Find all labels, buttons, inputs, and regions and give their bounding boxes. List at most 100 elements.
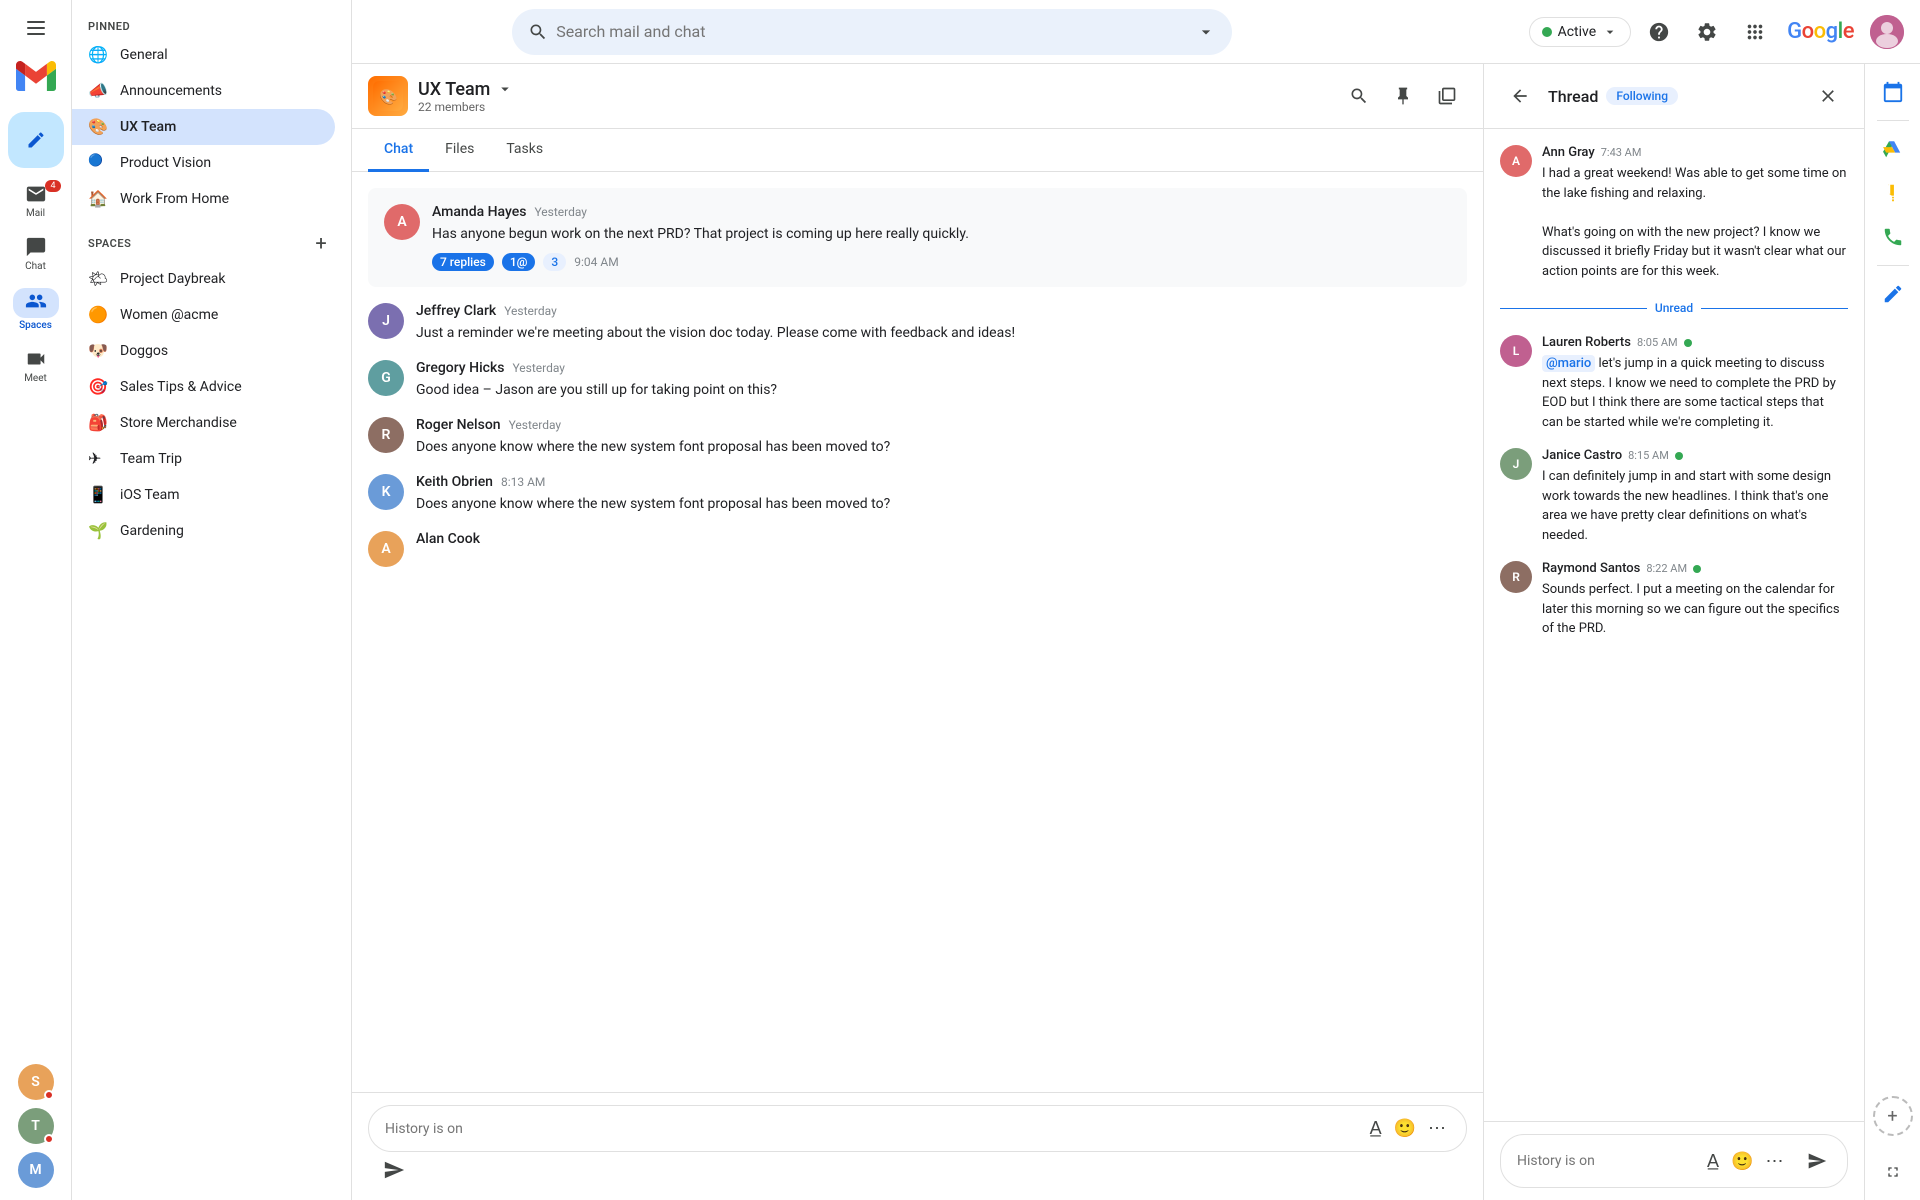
emoji-icon[interactable]: 🙂 xyxy=(1390,1114,1420,1143)
chat-view-button[interactable] xyxy=(1427,76,1467,116)
user-avatar[interactable] xyxy=(1870,15,1904,49)
more-options-icon[interactable]: ⋯ xyxy=(1424,1114,1450,1143)
reply-count-badge[interactable]: 7 replies xyxy=(432,253,494,271)
thread-header-left: Thread Following xyxy=(1500,76,1678,116)
keep-icon[interactable] xyxy=(1873,173,1913,213)
avatar2-badge xyxy=(44,1134,54,1144)
sidebar-item-project-daybreak[interactable]: 🌤 Project Daybreak xyxy=(72,261,335,297)
tab-files[interactable]: Files xyxy=(429,129,490,172)
avatar: J xyxy=(368,303,404,339)
thread-close-button[interactable] xyxy=(1808,76,1848,116)
ux-team-group-icon: 🎨 xyxy=(368,76,408,116)
extra-badge[interactable]: 3 xyxy=(543,253,566,271)
message-replies: 7 replies 1@ 3 9:04 AM xyxy=(432,253,969,271)
send-button[interactable] xyxy=(376,1152,412,1188)
help-button[interactable] xyxy=(1639,12,1679,52)
avatar-user2[interactable]: T xyxy=(18,1108,54,1144)
sidebar-item-product-vision[interactable]: 🔵 Product Vision xyxy=(72,145,335,181)
thread-message-sender: Janice Castro xyxy=(1542,448,1622,463)
thread-message-header: Raymond Santos 8:22 AM xyxy=(1542,561,1848,576)
store-merch-icon: 🎒 xyxy=(88,413,108,433)
chat-group-name: UX Team xyxy=(418,79,514,100)
avatar-user1[interactable]: S xyxy=(18,1064,54,1100)
store-merch-label: Store Merchandise xyxy=(120,415,319,431)
thread-message-header: Lauren Roberts 8:05 AM xyxy=(1542,335,1848,350)
sidebar-item-women-acme[interactable]: 🟠 Women @acme xyxy=(72,297,335,333)
sidebar-item-announcements[interactable]: 📣 Announcements xyxy=(72,73,335,109)
list-item: J Janice Castro 8:15 AM I can definitely… xyxy=(1500,448,1848,545)
sidebar-item-ux-team[interactable]: 🎨 UX Team xyxy=(72,109,335,145)
mention-tag: @mario xyxy=(1542,355,1595,372)
sidebar-item-gardening[interactable]: 🌱 Gardening xyxy=(72,513,335,549)
thread-back-button[interactable] xyxy=(1500,76,1540,116)
avatar1-badge xyxy=(44,1090,54,1100)
sidebar-item-store-merch[interactable]: 🎒 Store Merchandise xyxy=(72,405,335,441)
hamburger-menu[interactable] xyxy=(16,8,56,48)
search-bar[interactable] xyxy=(512,9,1232,55)
meet-label: Meet xyxy=(24,373,47,384)
sidebar-item-meet[interactable]: Meet xyxy=(0,341,71,390)
search-dropdown-icon[interactable] xyxy=(1196,22,1216,42)
thread-message-text: I can definitely jump in and start with … xyxy=(1542,467,1848,545)
sidebar-item-mail[interactable]: Mail 4 xyxy=(0,176,71,225)
avatar: A xyxy=(384,204,420,240)
group-name-dropdown-icon[interactable] xyxy=(496,80,514,98)
compose-button[interactable] xyxy=(8,112,64,168)
thread-input-container: A̲ 🙂 ⋯ xyxy=(1500,1134,1848,1188)
ux-team-label: UX Team xyxy=(120,119,319,135)
sidebar-item-chat[interactable]: Chat xyxy=(0,229,71,278)
thread-input[interactable] xyxy=(1517,1153,1695,1169)
chat-input[interactable] xyxy=(385,1121,1358,1137)
avatar: J xyxy=(1500,448,1532,480)
tab-chat[interactable]: Chat xyxy=(368,129,429,172)
chat-search-button[interactable] xyxy=(1339,76,1379,116)
spaces-icon-bg xyxy=(13,288,59,318)
thread-more-icon[interactable]: ⋯ xyxy=(1761,1147,1787,1176)
phone-icon[interactable] xyxy=(1873,217,1913,257)
chat-members-count: 22 members xyxy=(418,100,514,114)
active-dropdown-icon xyxy=(1602,24,1618,40)
sidebar-item-sales-tips[interactable]: 🎯 Sales Tips & Advice xyxy=(72,369,335,405)
expand-icon[interactable] xyxy=(1873,1152,1913,1192)
format-text-icon[interactable]: A̲ xyxy=(1366,1114,1386,1143)
apps-button[interactable] xyxy=(1735,12,1775,52)
avatar-user3[interactable]: M xyxy=(18,1152,54,1188)
thread-format-icon[interactable]: A̲ xyxy=(1703,1147,1723,1176)
thread-send-button[interactable] xyxy=(1803,1143,1831,1179)
svg-text:🎨: 🎨 xyxy=(379,87,398,106)
team-trip-icon: ✈ xyxy=(88,449,108,469)
active-status-button[interactable]: Active xyxy=(1529,17,1632,47)
chat-header: 🎨 UX Team 22 members xyxy=(352,64,1483,129)
add-app-icon[interactable]: + xyxy=(1873,1096,1913,1136)
pen-icon[interactable] xyxy=(1873,274,1913,314)
calendar-icon[interactable] xyxy=(1873,72,1913,112)
active-dot xyxy=(1542,27,1552,37)
settings-button[interactable] xyxy=(1687,12,1727,52)
sales-tips-icon: 🎯 xyxy=(88,377,108,397)
general-label: General xyxy=(120,47,319,63)
add-space-button[interactable]: + xyxy=(307,229,335,257)
sidebar-item-work-from-home[interactable]: 🏠 Work From Home xyxy=(72,181,335,217)
list-item: A Ann Gray 7:43 AM I had a great weekend… xyxy=(1500,145,1848,281)
thread-message-header: Janice Castro 8:15 AM xyxy=(1542,448,1848,463)
following-badge[interactable]: Following xyxy=(1606,87,1678,105)
wfh-label: Work From Home xyxy=(120,191,319,207)
search-input[interactable] xyxy=(556,22,1188,41)
message-content: Roger Nelson Yesterday Does anyone know … xyxy=(416,417,1467,458)
chat-pin-button[interactable] xyxy=(1383,76,1423,116)
sidebar-item-team-trip[interactable]: ✈ Team Trip xyxy=(72,441,335,477)
gardening-label: Gardening xyxy=(120,523,319,539)
meet-icon xyxy=(24,347,48,371)
sidebar-item-doggos[interactable]: 🐶 Doggos xyxy=(72,333,335,369)
message-content: Amanda Hayes Yesterday Has anyone begun … xyxy=(432,204,969,271)
sidebar-item-ios-team[interactable]: 📱 iOS Team xyxy=(72,477,335,513)
sidebar-item-spaces[interactable]: Spaces xyxy=(0,282,71,337)
tab-tasks[interactable]: Tasks xyxy=(490,129,559,172)
drive-icon[interactable] xyxy=(1873,129,1913,169)
announcements-label: Announcements xyxy=(120,83,319,99)
thread-message-text: I had a great weekend! Was able to get s… xyxy=(1542,164,1848,281)
general-icon: 🌐 xyxy=(88,45,108,65)
avatar: R xyxy=(368,417,404,453)
thread-emoji-icon[interactable]: 🙂 xyxy=(1727,1147,1757,1176)
sidebar-item-general[interactable]: 🌐 General xyxy=(72,37,335,73)
